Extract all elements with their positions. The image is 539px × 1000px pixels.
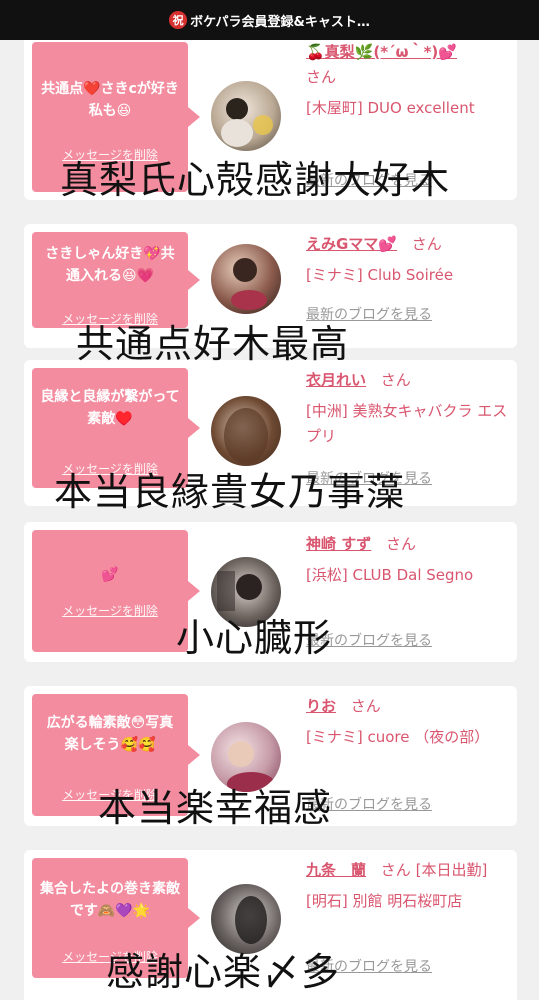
shop-name: [ミナミ] cuore （夜の部） [306,728,490,746]
overlay-caption: 共通点好木最高 [76,322,350,366]
delete-message-link[interactable]: メッセージを削除 [32,602,188,619]
cast-name-link[interactable]: 🍒真梨🌿(*´ω｀*)💕 [306,43,457,61]
shop-name: [木屋町] DUO excellent [306,99,475,117]
cast-name-link[interactable]: 九条 蘭 [306,861,366,879]
overlay-caption: 本当良縁貴女乃事藻 [54,470,406,514]
message-text: 💕 [101,567,119,583]
honorific: さん [411,235,442,253]
cast-info: えみGママ💕 さん [ミナミ] Club Soirée [306,232,511,288]
cast-info: 九条 蘭 さん [本日出勤] [明石] 別館 明石桜町店 [306,858,511,914]
avatar[interactable] [211,396,281,466]
message-text: さきしゃん好き💖共通入れる😆💗 [45,246,175,284]
honorific: さん [306,68,337,86]
honorific: さん [380,371,411,389]
overlay-caption: 小心臓形 [176,616,333,660]
cast-info: 衣月れい さん [中洲] 美熟女キャバクラ エスプリ [306,368,511,449]
honorific: さん [350,697,381,715]
honorific: さん [386,535,417,553]
shop-name: [浜松] CLUB Dal Segno [306,566,474,584]
cast-info: 🍒真梨🌿(*´ω｀*)💕 さん [木屋町] DUO excellent [306,40,511,121]
latest-blog-link[interactable]: 最新のブログを見る [306,304,432,324]
avatar[interactable] [211,244,281,314]
avatar[interactable] [211,81,281,151]
shop-name: [明石] 別館 明石桜町店 [306,892,463,910]
overlay-caption: 本当楽幸福感 [98,786,333,830]
message-bubble: さきしゃん好き💖共通入れる😆💗 メッセージを削除 [32,232,200,328]
message-text: 広がる輪素敵😳写真楽しそう🥰🥰 [46,715,174,753]
avatar[interactable] [211,884,281,954]
honorific: さん [380,861,411,879]
overlay-caption: 感謝心楽〆多 [106,950,341,994]
overlay-caption: 真梨氏心殻感謝大好木 [60,158,451,202]
shop-name: [中洲] 美熟女キャバクラ エスプリ [306,402,508,445]
celebration-badge-icon: 祝 [169,11,188,29]
cast-info: 神崎 すず さん [浜松] CLUB Dal Segno [306,532,511,588]
title-bar-text: ボケパラ会員登録&キャスト… [190,14,370,30]
cast-info: りお さん [ミナミ] cuore （夜の部） [306,694,511,750]
cast-name-link[interactable]: 衣月れい [306,371,366,389]
message-bubble: 💕 メッセージを削除 [32,530,200,652]
cast-name-link[interactable]: 神崎 すず [306,535,371,553]
cast-name-link[interactable]: えみGママ💕 [306,235,397,253]
avatar[interactable] [211,722,281,792]
message-text: 共通点❤️さきcが好き私も😆 [41,81,179,119]
message-text: 集合したよの巻き素敵です🙈💜🌟 [40,881,180,919]
status-badge: [本日出勤] [415,861,488,879]
message-text: 良縁と良縁が繋がって素敵♥️ [40,389,180,427]
shop-name: [ミナミ] Club Soirée [306,266,454,284]
title-bar: 祝 ボケパラ会員登録&キャスト… [0,0,539,40]
cast-name-link[interactable]: りお [306,697,336,715]
